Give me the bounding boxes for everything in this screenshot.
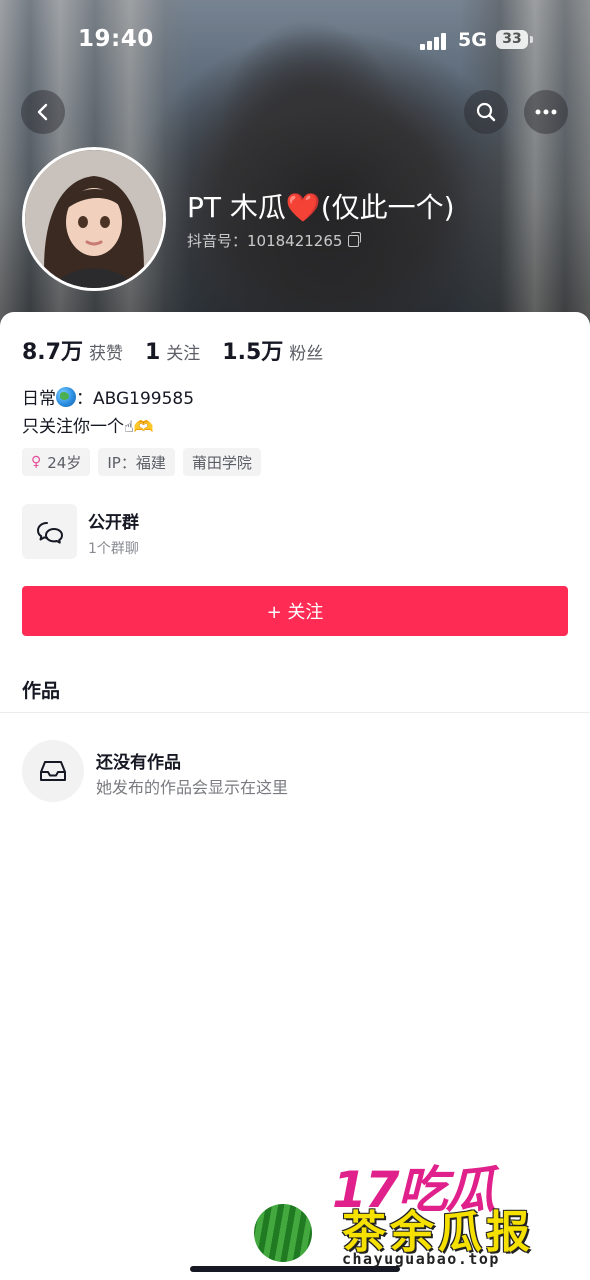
- home-indicator: [190, 1266, 400, 1272]
- globe-icon: [56, 387, 76, 407]
- divider: [0, 712, 590, 713]
- profile-tags: ♀ 24岁 IP：福建 莆田学院: [22, 448, 269, 476]
- status-bar: 19:40 5G 33: [0, 22, 590, 62]
- profile-bio: 日常 ：ABG199585 只关注你一个☝🫶: [22, 386, 194, 441]
- chevron-left-icon: [37, 103, 48, 121]
- profile-name: PT 木瓜❤️(仅此一个): [187, 191, 455, 224]
- douyin-id[interactable]: 抖音号：1018421265: [187, 230, 362, 251]
- works-tab-title[interactable]: 作品: [22, 676, 60, 703]
- search-button[interactable]: [464, 90, 508, 134]
- bio-line-1: 日常 ：ABG199585: [22, 386, 194, 413]
- copy-icon[interactable]: [348, 232, 362, 247]
- follow-button[interactable]: + 关注: [22, 586, 568, 636]
- group-title: 公开群: [88, 513, 139, 533]
- age-text: 24岁: [47, 453, 82, 472]
- school-tag[interactable]: 莆田学院: [182, 448, 261, 476]
- likes-label: 获赞: [88, 344, 123, 364]
- douyin-id-text: 抖音号：1018421265: [187, 232, 343, 250]
- network-label: 5G: [458, 29, 487, 51]
- school-text: 莆田学院: [191, 453, 252, 472]
- ip-text: IP：福建: [107, 453, 166, 472]
- ip-tag: IP：福建: [98, 448, 175, 476]
- followers-count: 1.5万: [222, 340, 284, 365]
- empty-works-state: 还没有作品 她发布的作品会显示在这里: [22, 740, 568, 804]
- following-label: 关注: [166, 344, 201, 364]
- bio-line-1-suffix: ：ABG199585: [76, 389, 195, 409]
- age-tag: ♀ 24岁: [22, 448, 91, 476]
- bio-line-2-text: 只关注你一个: [22, 417, 124, 437]
- stat-following[interactable]: 1 关注: [145, 339, 200, 365]
- stat-likes[interactable]: 8.7万 获赞: [22, 334, 123, 366]
- watermelon-icon: [254, 1204, 312, 1262]
- status-time: 19:40: [78, 26, 154, 52]
- public-group-entry[interactable]: 公开群 1个群聊: [22, 504, 568, 560]
- more-button[interactable]: [524, 90, 568, 134]
- hand-emoji-icon: ☝🫶: [124, 417, 154, 436]
- followers-label: 粉丝: [289, 344, 324, 364]
- female-icon: ♀: [31, 454, 42, 470]
- battery-icon: 33: [496, 30, 533, 49]
- group-subtitle: 1个群聊: [88, 541, 139, 557]
- avatar[interactable]: [22, 147, 166, 291]
- bio-line-2: 只关注你一个☝🫶: [22, 413, 194, 441]
- site-watermark: 17吃瓜 茶余瓜报 chayuguabao.top: [250, 1150, 580, 1275]
- back-button[interactable]: [21, 90, 65, 134]
- profile-stats: 8.7万 获赞 1 关注 1.5万 粉丝: [22, 334, 345, 366]
- search-icon: [476, 102, 496, 122]
- signal-icon: [420, 32, 450, 50]
- bio-line-1-prefix: 日常: [22, 389, 56, 409]
- inbox-tray-icon: [22, 740, 84, 802]
- avatar-portrait: [25, 150, 163, 288]
- group-chat-icon: [22, 504, 77, 559]
- stat-followers[interactable]: 1.5万 粉丝: [222, 334, 323, 366]
- likes-count: 8.7万: [22, 340, 83, 365]
- empty-works-title: 还没有作品: [96, 753, 181, 773]
- empty-works-subtitle: 她发布的作品会显示在这里: [96, 778, 289, 797]
- more-dots-icon: [535, 109, 557, 115]
- following-count: 1: [144, 340, 161, 365]
- profile-card: 8.7万 获赞 1 关注 1.5万 粉丝 日常 ：ABG199585 只关注你一个…: [0, 312, 590, 1280]
